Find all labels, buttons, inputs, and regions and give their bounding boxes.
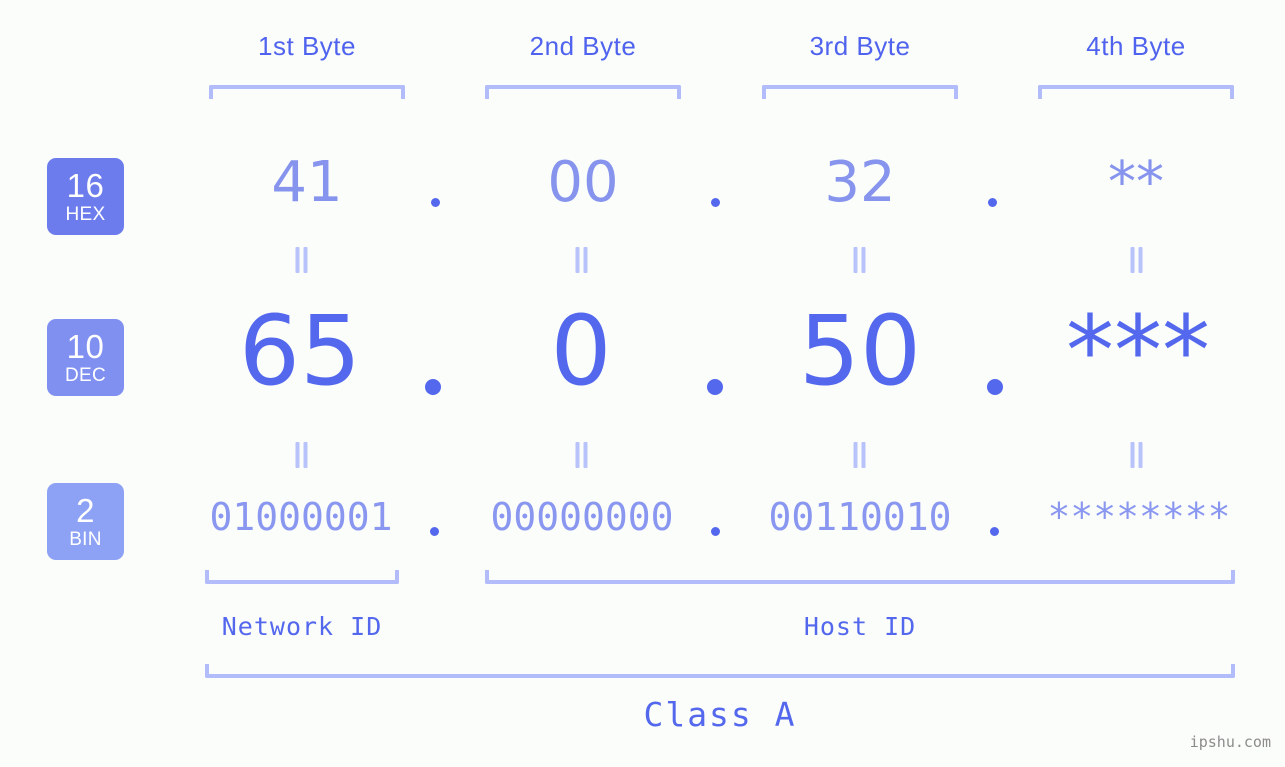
equals-mark-hex-dec-3 — [852, 247, 867, 273]
byte-header-1: 1st Byte — [258, 31, 356, 61]
class-label: Class A — [643, 695, 797, 734]
byte-bracket-3 — [762, 85, 958, 99]
byte-bracket-1 — [209, 85, 405, 99]
dec-separator-1 — [425, 379, 441, 395]
hex-separator-1 — [431, 198, 440, 207]
dec-byte-4: *** — [1066, 295, 1210, 407]
base-badge-hex: 16 HEX — [47, 158, 124, 235]
bin-separator-3 — [990, 527, 999, 536]
hex-byte-3: 32 — [824, 150, 896, 215]
byte-bracket-2 — [485, 85, 681, 99]
equals-mark-hex-dec-1 — [294, 247, 309, 273]
equals-mark-hex-dec-4 — [1129, 247, 1144, 273]
equals-mark-hex-dec-2 — [574, 247, 589, 273]
dec-byte-3: 50 — [798, 295, 922, 407]
equals-mark-dec-bin-2 — [574, 442, 589, 468]
base-badge-dec: 10 DEC — [47, 319, 124, 396]
base-badge-bin: 2 BIN — [47, 483, 124, 560]
site-watermark: ipshu.com — [1189, 733, 1271, 751]
equals-mark-dec-bin-3 — [852, 442, 867, 468]
base-badge-hex-number: 16 — [66, 167, 105, 204]
equals-mark-dec-bin-1 — [294, 442, 309, 468]
hex-separator-3 — [988, 198, 997, 207]
bin-separator-1 — [430, 527, 439, 536]
bin-byte-3: 00110010 — [768, 495, 952, 539]
network-id-bracket — [205, 570, 399, 584]
byte-bracket-4 — [1038, 85, 1234, 99]
host-id-label: Host ID — [803, 612, 917, 641]
base-badge-hex-abbr: HEX — [65, 204, 106, 225]
bin-separator-2 — [711, 527, 720, 536]
dec-byte-1: 65 — [238, 295, 362, 407]
byte-header-4: 4th Byte — [1086, 31, 1186, 61]
bin-byte-2: 00000000 — [490, 495, 674, 539]
hex-separator-2 — [711, 198, 720, 207]
dec-separator-2 — [707, 379, 723, 395]
equals-mark-dec-bin-4 — [1129, 442, 1144, 468]
host-id-bracket — [485, 570, 1235, 584]
hex-byte-2: 00 — [547, 150, 619, 215]
base-badge-dec-abbr: DEC — [64, 365, 106, 386]
byte-header-3: 3rd Byte — [809, 31, 911, 61]
dec-separator-3 — [987, 379, 1003, 395]
base-badge-dec-number: 10 — [66, 328, 105, 365]
dec-byte-2: 0 — [550, 295, 612, 407]
base-badge-bin-abbr: BIN — [69, 529, 102, 550]
network-id-label: Network ID — [221, 612, 383, 641]
bin-byte-4: ******** — [1047, 495, 1231, 539]
ip-address-breakdown-diagram: 1st Byte 2nd Byte 3rd Byte 4th Byte 16 H… — [0, 0, 1285, 767]
bin-byte-1: 01000001 — [209, 495, 393, 539]
hex-byte-4: ** — [1108, 150, 1164, 215]
class-bracket — [205, 664, 1235, 678]
hex-byte-1: 41 — [271, 150, 343, 215]
byte-header-2: 2nd Byte — [529, 31, 637, 61]
base-badge-bin-number: 2 — [76, 492, 95, 529]
